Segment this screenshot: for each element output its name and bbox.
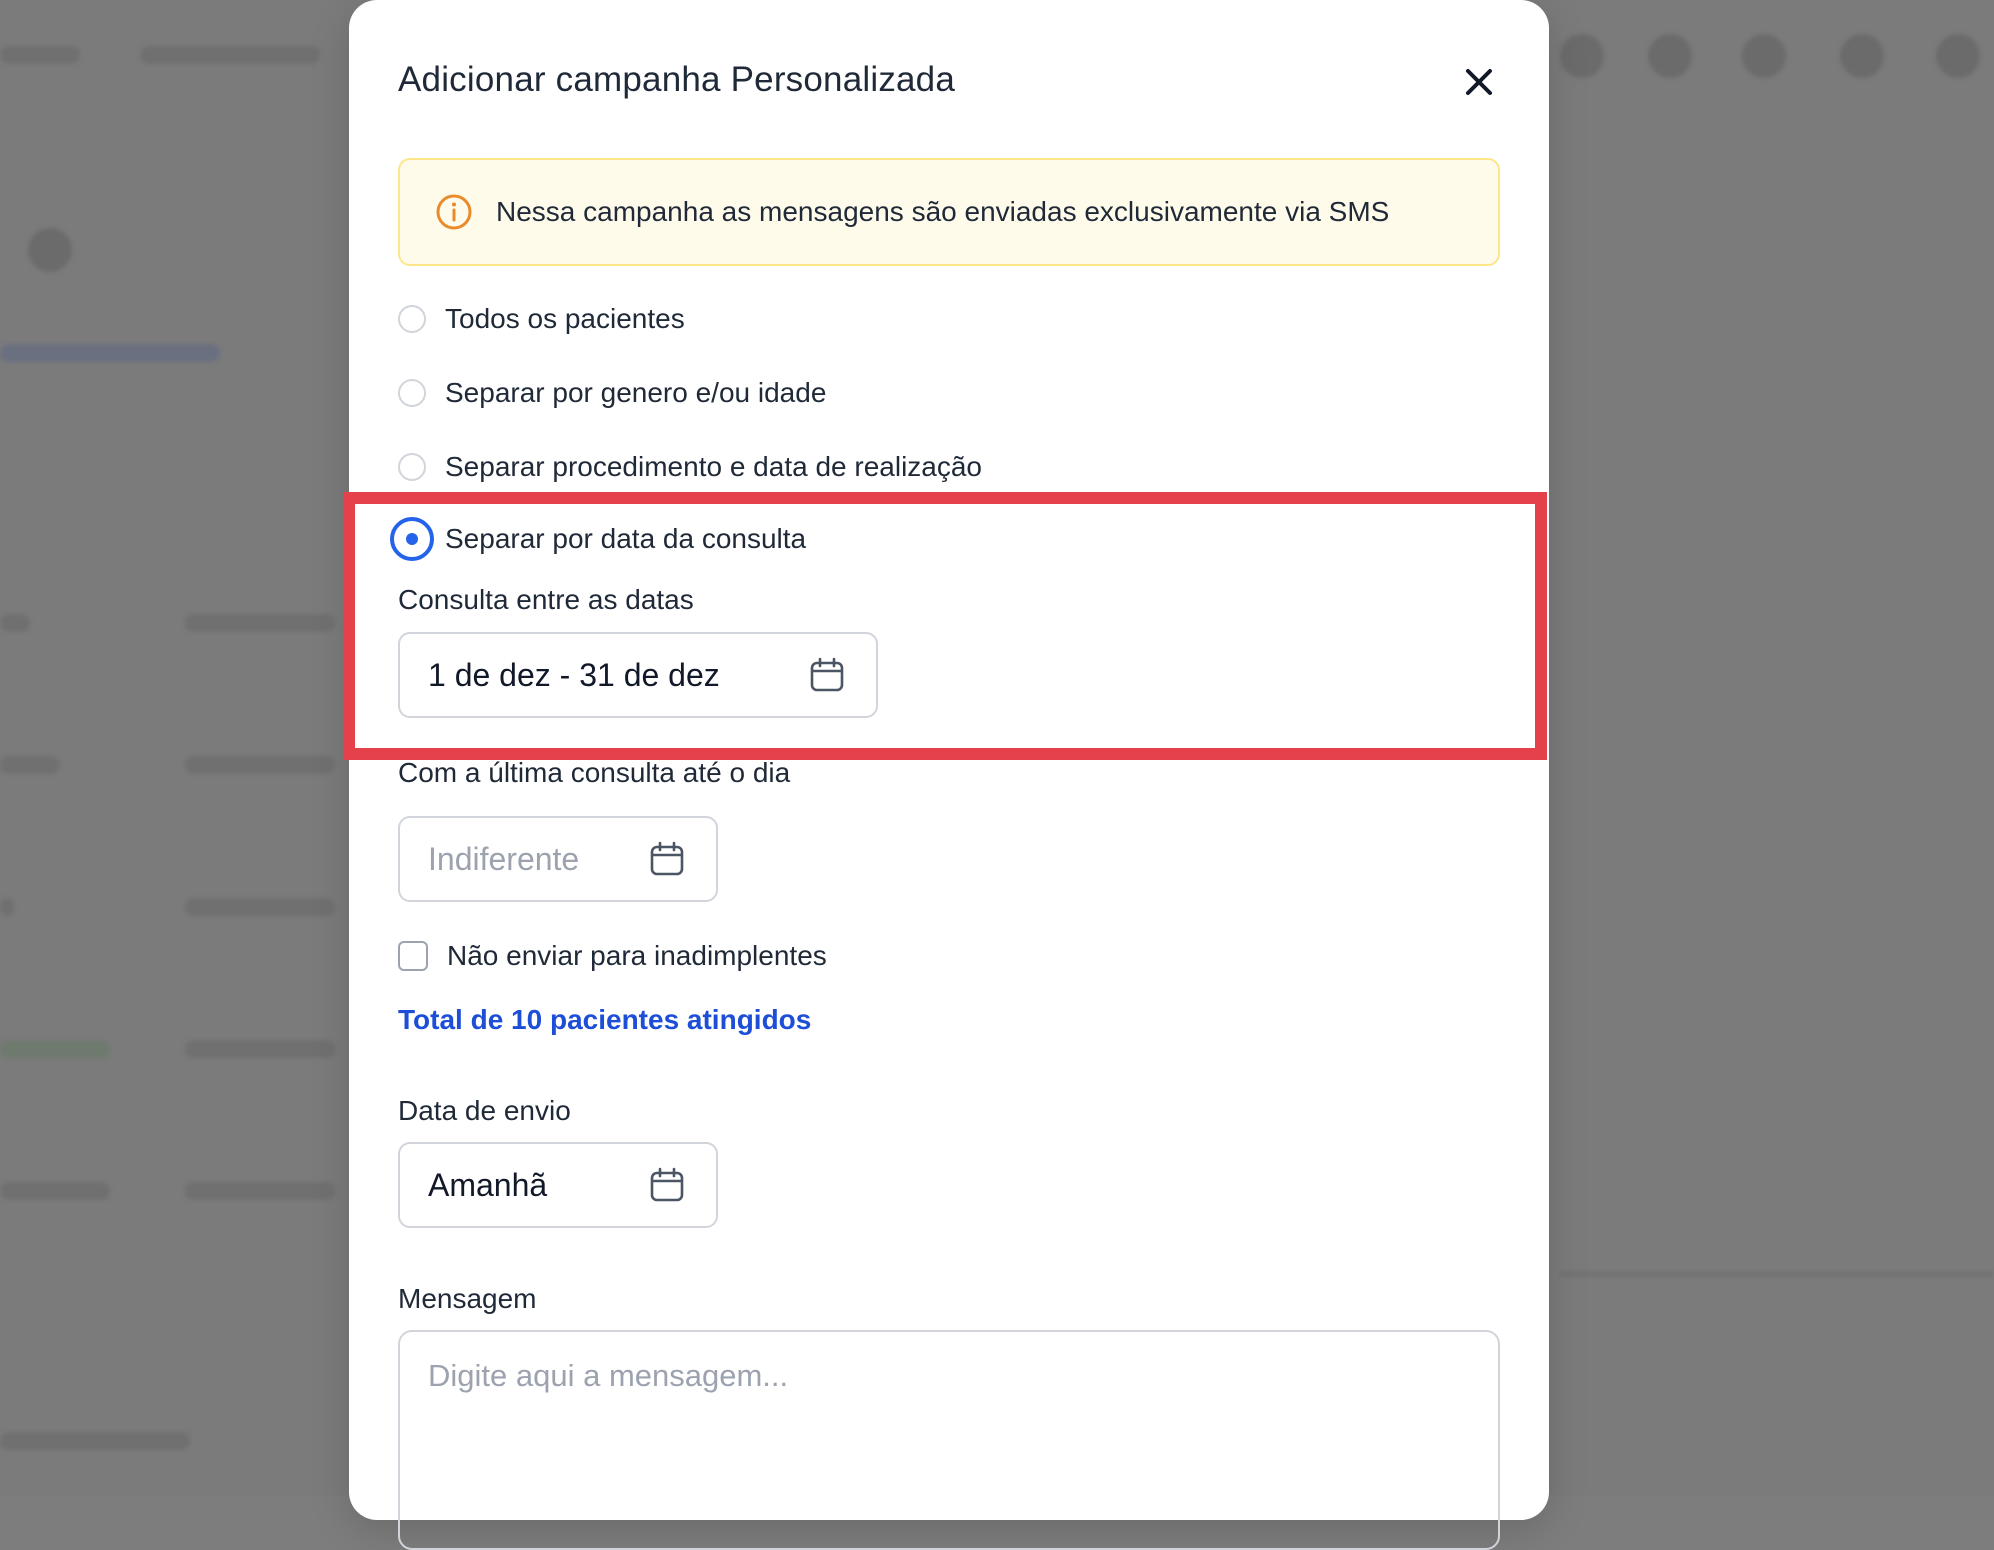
- bg-divider: [1560, 1272, 1994, 1276]
- bg-nav-item: [0, 46, 80, 64]
- bg-row: [185, 756, 335, 774]
- close-button[interactable]: [1459, 62, 1499, 102]
- last-consult-placeholder: Indiferente: [428, 840, 580, 877]
- bg-icon: [1936, 34, 1980, 78]
- bg-row: [185, 1182, 335, 1200]
- bg-row: [0, 1040, 110, 1058]
- bg-nav-item: [140, 46, 320, 64]
- checkbox-label: Não enviar para inadimplentes: [447, 940, 827, 971]
- bg-icon: [1742, 34, 1786, 78]
- modal-title: Adicionar campanha Personalizada: [398, 60, 956, 99]
- consult-range-value: 1 de dez - 31 de dez: [428, 656, 720, 693]
- bg-row: [0, 898, 14, 916]
- radio-label: Todos os pacientes: [445, 303, 685, 334]
- radio-button[interactable]: [398, 305, 426, 333]
- send-date-value: Amanhã: [428, 1166, 548, 1203]
- radio-label: Separar procedimento e data de realizaçã…: [445, 451, 983, 482]
- message-textarea[interactable]: Digite aqui a mensagem...: [398, 1330, 1500, 1550]
- send-date-input[interactable]: Amanhã: [398, 1142, 718, 1228]
- radio-option-todos[interactable]: Todos os pacientes: [398, 303, 685, 335]
- bg-row: [185, 898, 335, 916]
- message-placeholder: Digite aqui a mensagem...: [428, 1358, 789, 1393]
- close-icon: [1466, 69, 1492, 95]
- last-consult-label: Com a última consulta até o dia: [398, 757, 791, 788]
- total-patients-link[interactable]: Total de 10 pacientes atingidos: [398, 1004, 811, 1036]
- bg-row: [185, 1040, 335, 1058]
- calendar-icon: [650, 841, 684, 876]
- radio-dot: [406, 533, 418, 545]
- radio-option-procedimento[interactable]: Separar procedimento e data de realizaçã…: [398, 451, 982, 483]
- radio-button[interactable]: [398, 379, 426, 407]
- bg-avatar: [28, 228, 72, 272]
- radio-button-selected[interactable]: [390, 517, 434, 561]
- message-label: Mensagem: [398, 1283, 537, 1314]
- radio-option-data-consulta[interactable]: Separar por data da consulta: [390, 517, 807, 561]
- exclude-defaulters-option[interactable]: Não enviar para inadimplentes: [398, 940, 827, 972]
- radio-option-genero-idade[interactable]: Separar por genero e/ou idade: [398, 377, 826, 409]
- bg-icon: [1648, 34, 1692, 78]
- consult-range-input[interactable]: 1 de dez - 31 de dez: [398, 632, 878, 718]
- calendar-icon: [650, 1167, 684, 1202]
- bg-link: [0, 344, 220, 362]
- sms-info-alert: Nessa campanha as mensagens são enviadas…: [398, 158, 1500, 266]
- alert-text: Nessa campanha as mensagens são enviadas…: [496, 196, 1390, 227]
- info-icon: [436, 194, 472, 230]
- last-consult-input[interactable]: Indiferente: [398, 816, 718, 902]
- bg-row: [0, 614, 30, 632]
- campaign-modal: Adicionar campanha Personalizada Nessa c…: [349, 0, 1549, 1550]
- bg-icon: [1840, 34, 1884, 78]
- exclude-defaulters-checkbox[interactable]: [398, 941, 428, 971]
- send-date-label: Data de envio: [398, 1095, 571, 1126]
- bg-row: [0, 1432, 190, 1450]
- radio-button[interactable]: [398, 453, 426, 481]
- bg-row: [0, 1182, 110, 1200]
- consult-range-label: Consulta entre as datas: [398, 584, 694, 615]
- bg-row: [0, 756, 60, 774]
- bg-row: [185, 614, 335, 632]
- bg-icon: [1560, 34, 1604, 78]
- radio-label: Separar por genero e/ou idade: [445, 377, 827, 408]
- radio-label: Separar por data da consulta: [445, 523, 807, 554]
- calendar-icon: [810, 657, 844, 692]
